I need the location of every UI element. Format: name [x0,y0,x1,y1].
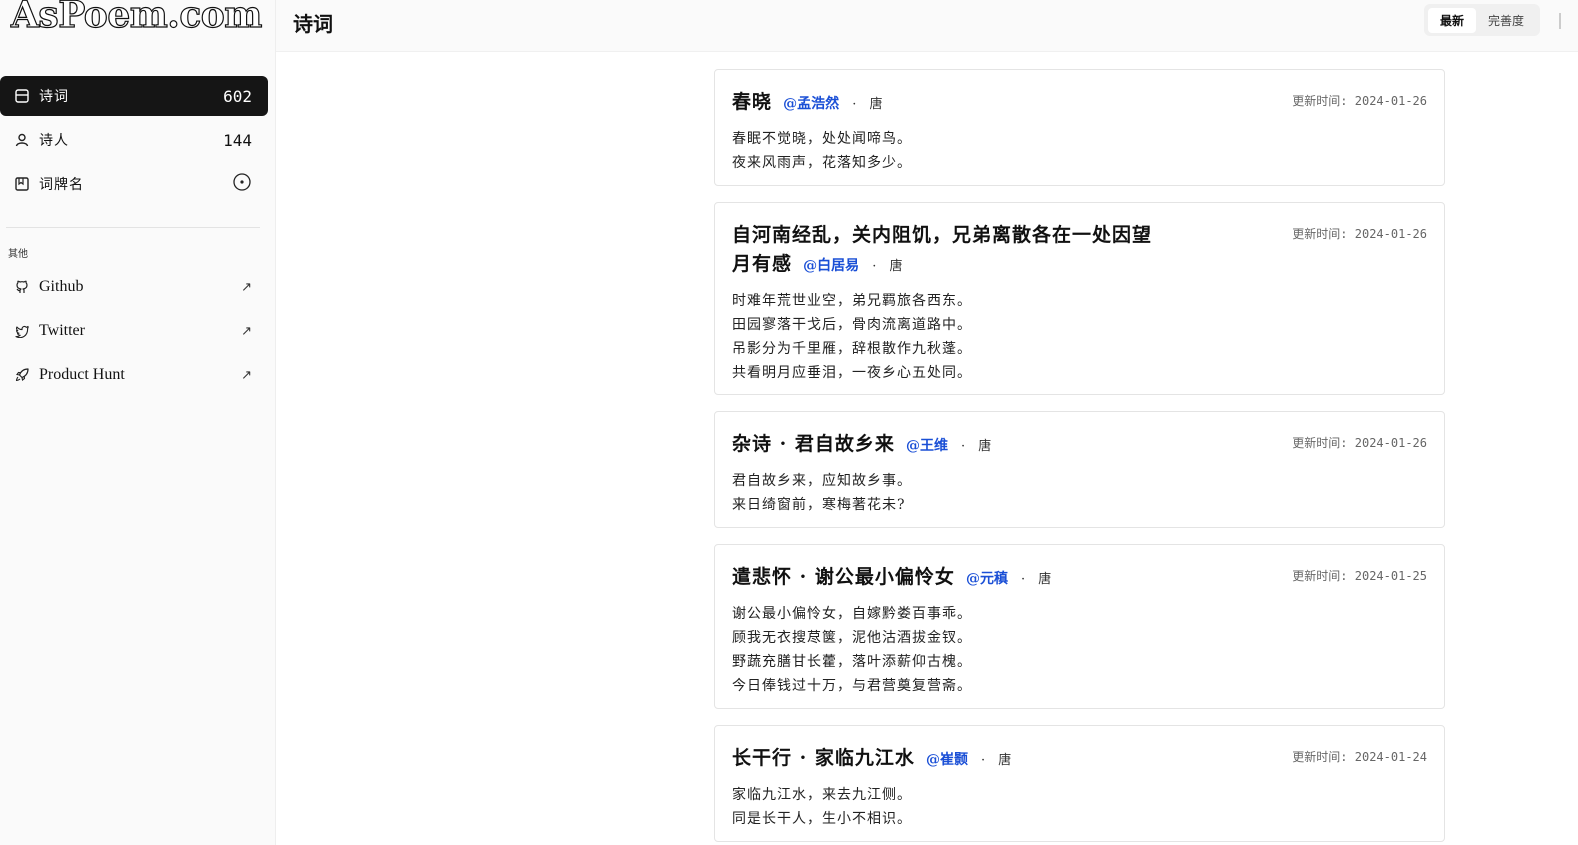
external-arrow-icon: ↗ [241,367,252,383]
poem-title[interactable]: 春晓 [732,91,772,113]
poem-author-link[interactable]: @孟浩然 [783,96,839,112]
nav-item-ci-tunes[interactable]: 词牌名 [0,164,268,204]
poem-title[interactable]: 长干行 · 家临九江水 [732,747,915,769]
poem-dynasty: 唐 [1038,572,1052,587]
loading-circle-icon [232,172,252,196]
twitter-icon [13,322,31,340]
poem-line: 君自故乡来，应知故乡事。 [732,473,912,489]
separator-dot: · [852,97,857,112]
page-title: 诗词 [293,12,333,36]
nav-item-label: 诗词 [39,89,69,105]
poem-lines: 谢公最小偏怜女，自嫁黔娄百事乖。 顾我无衣搜荩箧，泥他沽酒拔金钗。 野蔬充膳甘长… [732,602,1427,698]
poem-dynasty: 唐 [869,97,883,112]
link-twitter[interactable]: Twitter ↗ [0,311,268,351]
nav-item-poems[interactable]: 诗词 602 [0,76,268,116]
poem-line: 吊影分为千里雁，辞根散作九秋蓬。 [732,341,972,357]
poem-author-link[interactable]: @王维 [906,438,948,454]
poem-lines: 家临九江水，来去九江侧。 同是长干人，生小不相识。 [732,783,1427,831]
sidebar: AsPoem.com 诗词 602 诗人 144 词牌名 其他 Github ↗… [0,0,276,845]
poem-dynasty: 唐 [978,439,992,454]
sort-toggle: 最新 完善度 [1424,4,1541,36]
poem-line: 顾我无衣搜荩箧，泥他沽酒拔金钗。 [732,630,972,646]
sort-latest-button[interactable]: 最新 [1428,7,1477,33]
poem-dynasty: 唐 [998,753,1012,768]
rocket-icon [13,366,31,384]
site-logo[interactable]: AsPoem.com [10,0,263,37]
poem-author-link[interactable]: @元稹 [966,571,1008,587]
poem-author-link[interactable]: @白居易 [803,258,859,274]
poem-line: 家临九江水，来去九江侧。 [732,787,912,803]
person-icon [13,131,31,149]
separator-dot: · [981,753,986,768]
poem-title-line: 自河南经乱，关内阻饥，兄弟离散各在一处因望月有感 @白居易 · 唐 [732,221,1162,281]
poem-lines: 君自故乡来，应知故乡事。 来日绮窗前，寒梅著花未? [732,469,1427,517]
separator-dot: · [961,439,966,454]
link-label: Twitter [39,322,85,339]
poem-line: 春眠不觉晓，处处闻啼鸟。 [732,131,912,147]
poem-title-line: 春晓 @孟浩然 · 唐 [732,88,882,119]
poem-line: 来日绮窗前，寒梅著花未? [732,497,906,513]
external-arrow-icon: ↗ [241,279,252,295]
poem-author-link[interactable]: @崔颢 [926,752,968,768]
poem-line: 谢公最小偏怜女，自嫁黔娄百事乖。 [732,606,972,622]
nav-item-label: 诗人 [39,133,69,149]
list-icon [13,87,31,105]
poem-card[interactable]: 自河南经乱，关内阻饥，兄弟离散各在一处因望月有感 @白居易 · 唐 更新时间: … [714,202,1445,395]
nav-item-label: 词牌名 [39,177,84,193]
link-github[interactable]: Github ↗ [0,267,268,307]
poem-card[interactable]: 春晓 @孟浩然 · 唐 更新时间: 2024-01-26 春眠不觉晓，处处闻啼鸟… [714,69,1445,186]
poem-line: 田园寥落干戈后，骨肉流离道路中。 [732,317,972,333]
poem-dynasty: 唐 [889,259,903,274]
poem-title-line: 遣悲怀 · 谢公最小偏怜女 @元稹 · 唐 [732,563,1051,594]
link-label: Product Hunt [39,366,125,383]
nav-item-poets[interactable]: 诗人 144 [0,120,268,160]
link-label: Github [39,278,84,295]
bookmark-icon [13,175,31,193]
poem-title[interactable]: 杂诗 · 君自故乡来 [732,433,895,455]
header-edge-bar [1559,13,1561,29]
external-arrow-icon: ↗ [241,323,252,339]
poem-updated-time: 更新时间: 2024-01-26 [1292,227,1427,241]
poem-line: 共看明月应垂泪，一夜乡心五处同。 [732,365,972,381]
nav-item-count: 602 [223,86,252,106]
poem-updated-time: 更新时间: 2024-01-25 [1292,569,1427,583]
poem-lines: 时难年荒世业空，弟兄羁旅各西东。 田园寥落干戈后，骨肉流离道路中。 吊影分为千里… [732,289,1427,385]
separator-dot: · [1021,572,1026,587]
poem-updated-time: 更新时间: 2024-01-24 [1292,750,1427,764]
poem-title-line: 杂诗 · 君自故乡来 @王维 · 唐 [732,430,991,461]
poem-card[interactable]: 遣悲怀 · 谢公最小偏怜女 @元稹 · 唐 更新时间: 2024-01-25 谢… [714,544,1445,709]
poem-line: 今日俸钱过十万，与君营奠复营斋。 [732,678,972,694]
poem-card[interactable]: 长干行 · 家临九江水 @崔颢 · 唐 更新时间: 2024-01-24 家临九… [714,725,1445,842]
poem-line: 时难年荒世业空，弟兄羁旅各西东。 [732,293,972,309]
poem-line: 野蔬充膳甘长藿，落叶添薪仰古槐。 [732,654,972,670]
poem-updated-time: 更新时间: 2024-01-26 [1292,94,1427,108]
separator-dot: · [872,259,877,274]
sidebar-divider [6,227,260,228]
poem-title[interactable]: 遣悲怀 · 谢公最小偏怜女 [732,566,955,588]
link-product-hunt[interactable]: Product Hunt ↗ [0,355,268,395]
section-label-other: 其他 [8,249,28,260]
poem-updated-time: 更新时间: 2024-01-26 [1292,436,1427,450]
github-icon [13,278,31,296]
poem-line: 夜来风雨声，花落知多少。 [732,155,912,171]
poem-card[interactable]: 杂诗 · 君自故乡来 @王维 · 唐 更新时间: 2024-01-26 君自故乡… [714,411,1445,528]
nav-item-count: 144 [223,130,252,150]
poem-lines: 春眠不觉晓，处处闻啼鸟。 夜来风雨声，花落知多少。 [732,127,1427,175]
top-header: 诗词 最新 完善度 [276,0,1578,52]
poem-line: 同是长干人，生小不相识。 [732,811,912,827]
poem-title[interactable]: 自河南经乱，关内阻饥，兄弟离散各在一处因望月有感 [732,224,1152,275]
sort-completeness-button[interactable]: 完善度 [1476,8,1536,33]
poem-title-line: 长干行 · 家临九江水 @崔颢 · 唐 [732,744,1011,775]
